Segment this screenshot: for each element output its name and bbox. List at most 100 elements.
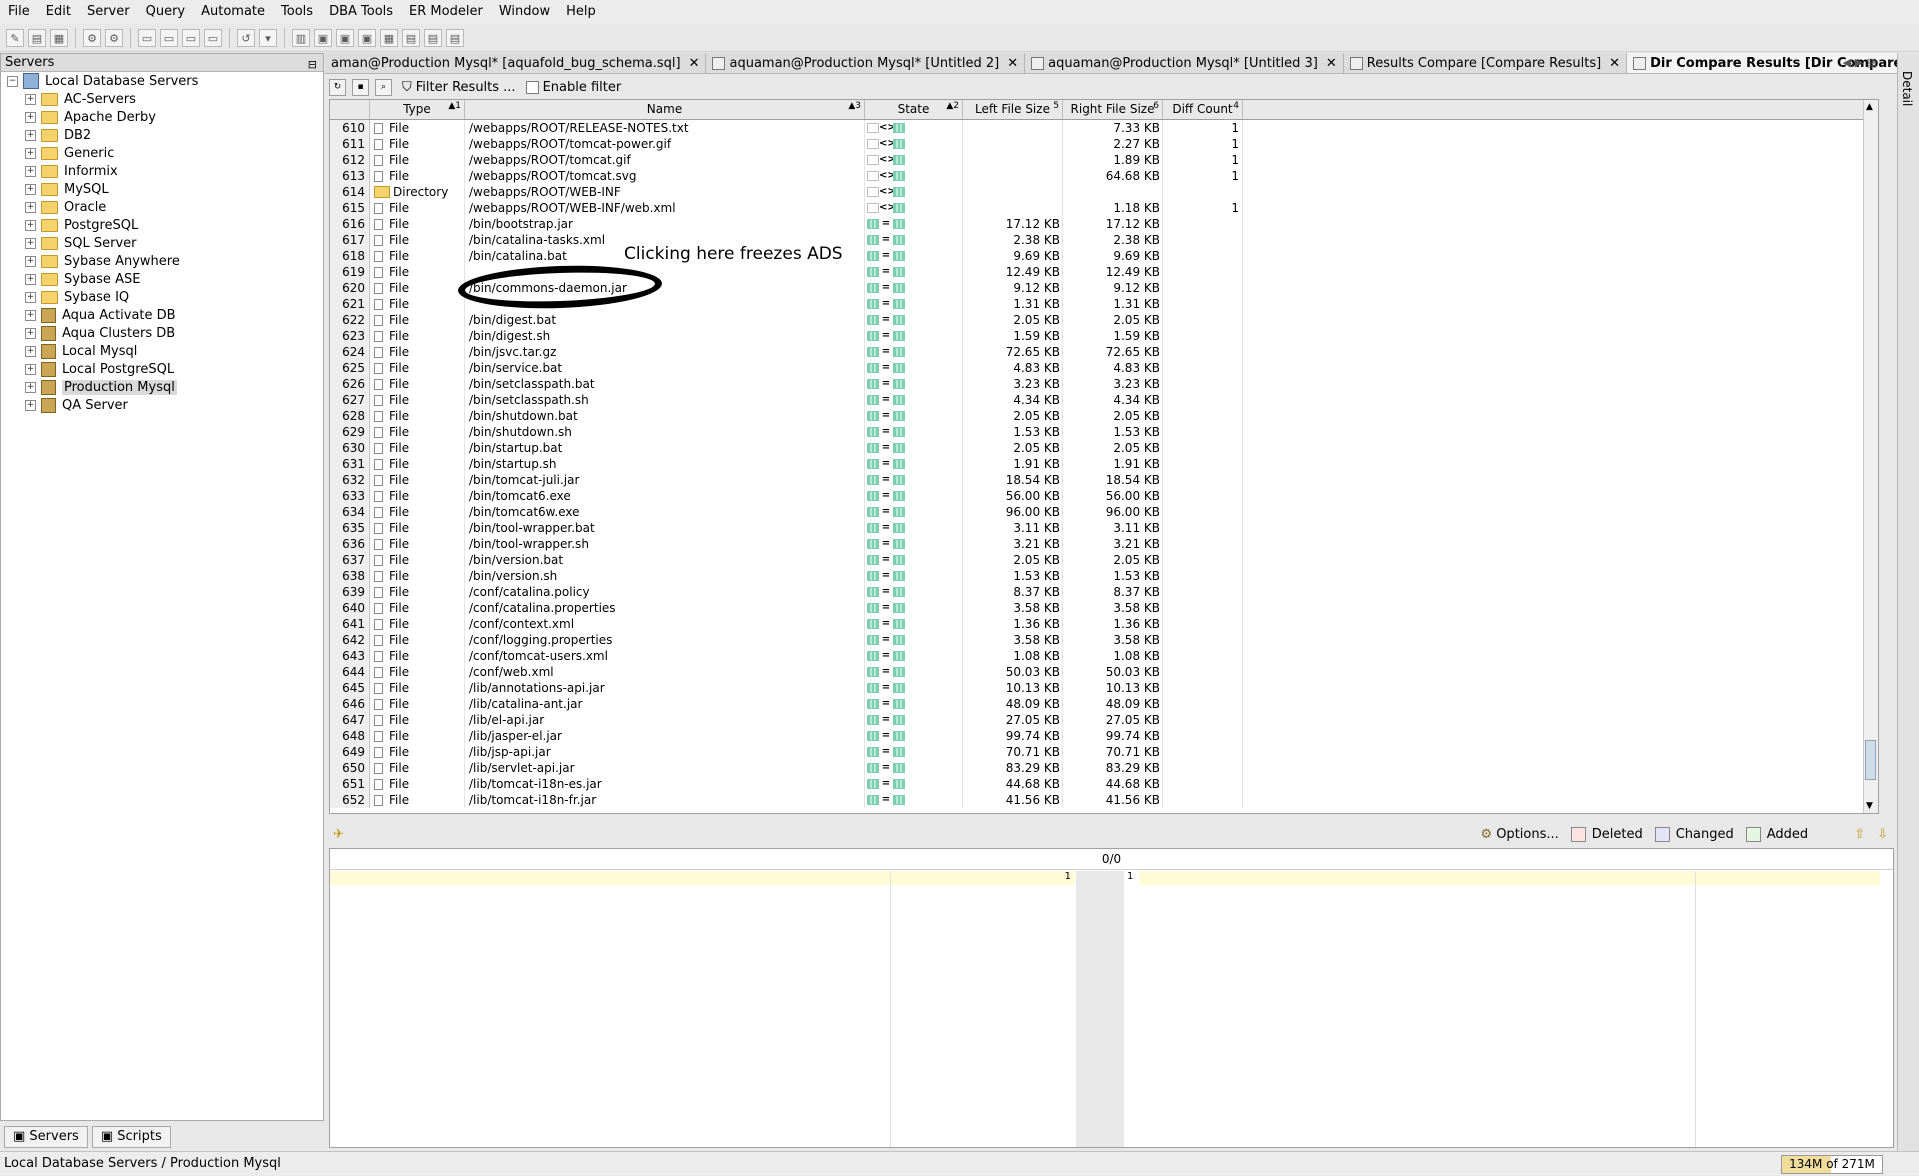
menu-file[interactable]: File <box>0 0 38 24</box>
expand-icon[interactable]: + <box>25 165 36 177</box>
table-row[interactable]: 641 File/conf/context.xml = 1.36 KB 1.36 KB <box>330 616 1878 632</box>
table-row[interactable]: 629 File/bin/shutdown.sh = 1.53 KB 1.53 KB <box>330 424 1878 440</box>
filter-results-button[interactable]: Filter Results ... <box>416 80 516 95</box>
tab-servers[interactable]: ▣ Servers <box>4 1126 88 1148</box>
expand-icon[interactable]: + <box>25 255 36 267</box>
close-tab-icon[interactable]: ✕ <box>1326 56 1337 71</box>
table-row[interactable]: 612 File/webapps/ROOT/tomcat.gif <> 1.89 KB… <box>330 152 1878 168</box>
left-diff-pane[interactable]: 1 <box>330 871 1075 1147</box>
menu-window[interactable]: Window <box>491 0 558 24</box>
table-row[interactable]: 644 File/conf/web.xml = 50.03 KB 50.03 KB <box>330 664 1878 680</box>
column-header-type[interactable]: Type ▲1 <box>370 100 465 119</box>
tree-item-local-mysql[interactable]: + Local Mysql <box>1 342 323 360</box>
next-diff-icon[interactable]: ⇩ <box>1877 827 1888 842</box>
table-row[interactable]: 610 File/webapps/ROOT/RELEASE-NOTES.txt <>… <box>330 120 1878 136</box>
table-row[interactable]: 614 Directory/webapps/ROOT/WEB-INF <> <box>330 184 1878 200</box>
expand-icon[interactable]: + <box>25 183 36 195</box>
menu-edit[interactable]: Edit <box>38 0 79 24</box>
table-row[interactable]: 649 File/lib/jsp-api.jar = 70.71 KB 70.71 KB <box>330 744 1878 760</box>
table-row[interactable]: 626 File/bin/setclasspath.bat = 3.23 KB 3.23… <box>330 376 1878 392</box>
table-row[interactable]: 647 File/lib/el-api.jar = 27.05 KB 27.05 KB <box>330 712 1878 728</box>
table-row[interactable]: 625 File/bin/service.bat = 4.83 KB 4.83 KB <box>330 360 1878 376</box>
expand-icon[interactable]: + <box>25 345 36 357</box>
tree-item-db2[interactable]: + DB2 <box>1 126 323 144</box>
layout-7-icon[interactable]: ▤ <box>446 28 464 47</box>
scroll-up-icon[interactable]: ▲ <box>1866 102 1873 112</box>
close-tab-icon[interactable]: ✕ <box>1007 56 1018 71</box>
tree-item-postgresql[interactable]: + PostgreSQL <box>1 216 323 234</box>
table-row[interactable]: 624 File/bin/jsvc.tar.gz = 72.65 KB 72.65 KB <box>330 344 1878 360</box>
detail-side-strip[interactable]: Detail <box>1897 53 1919 1163</box>
column-header-left-file-size[interactable]: Left File Size 5 <box>963 100 1063 119</box>
column-header-row-number[interactable] <box>330 100 370 119</box>
tab-navigation-icon[interactable]: ◀ ▶ ▤ <box>1843 53 1877 73</box>
column-header-diff-count[interactable]: Diff Count 4 <box>1163 100 1243 119</box>
open-file-icon[interactable]: ▤ <box>28 28 46 47</box>
tree-item-ac-servers[interactable]: + AC-Servers <box>1 90 323 108</box>
layout-4-icon[interactable]: ▦ <box>380 28 398 47</box>
layout-2-icon[interactable]: ▣ <box>336 28 354 47</box>
tree-item-production-mysql[interactable]: + Production Mysql <box>1 378 323 396</box>
table-row[interactable]: 648 File/lib/jasper-el.jar = 99.74 KB 99.74 … <box>330 728 1878 744</box>
table-row[interactable]: 651 File/lib/tomcat-i18n-es.jar = 44.68 KB 4… <box>330 776 1878 792</box>
expand-icon[interactable]: + <box>25 363 36 375</box>
tree-item-sql-server[interactable]: + SQL Server <box>1 234 323 252</box>
dropdown-arrow-icon[interactable]: ▾ <box>259 28 277 47</box>
pin-icon[interactable]: ✈ <box>333 827 344 842</box>
table-row[interactable]: 636 File/bin/tool-wrapper.sh = 3.21 KB 3.21 … <box>330 536 1878 552</box>
table-row[interactable]: 642 File/conf/logging.properties = 3.58 KB 3… <box>330 632 1878 648</box>
save-icon[interactable]: ▪ <box>352 78 369 96</box>
menu-server[interactable]: Server <box>79 0 138 24</box>
expand-icon[interactable]: + <box>25 381 36 393</box>
document-tab[interactable]: aman@Production Mysql* [aquafold_bug_sch… <box>325 53 707 73</box>
filter-icon[interactable]: ⛉ <box>402 80 412 95</box>
expand-icon[interactable]: + <box>25 201 36 213</box>
table-row[interactable]: 631 File/bin/startup.sh = 1.91 KB 1.91 KB <box>330 456 1878 472</box>
table-row[interactable]: 645 File/lib/annotations-api.jar = 10.13 KB… <box>330 680 1878 696</box>
tree-item-mysql[interactable]: + MySQL <box>1 180 323 198</box>
options-button[interactable]: Options... <box>1496 827 1559 842</box>
table-row[interactable]: 630 File/bin/startup.bat = 2.05 KB 2.05 KB <box>330 440 1878 456</box>
register-server-icon[interactable]: ⚙ <box>83 28 101 47</box>
close-tab-icon[interactable]: ✕ <box>1609 56 1620 71</box>
tree-root[interactable]: − Local Database Servers <box>1 72 323 90</box>
expand-icon[interactable]: + <box>25 273 36 285</box>
expand-icon[interactable]: + <box>25 93 36 105</box>
table-row[interactable]: 632 File/bin/tomcat-juli.jar = 18.54 KB 18.5… <box>330 472 1878 488</box>
tree-item-sybase-ase[interactable]: + Sybase ASE <box>1 270 323 288</box>
layout-icon[interactable]: ▥ <box>292 28 310 47</box>
refresh-icon[interactable]: ↻ <box>329 78 346 96</box>
script-icon[interactable]: ↺ <box>237 28 255 47</box>
expand-icon[interactable]: + <box>25 111 36 123</box>
expand-icon[interactable]: + <box>25 129 36 141</box>
schema-compare-icon[interactable]: ▭ <box>160 28 178 47</box>
expand-icon[interactable]: + <box>25 327 36 339</box>
dir-compare-icon[interactable]: ▭ <box>204 28 222 47</box>
table-row[interactable]: 638 File/bin/version.sh = 1.53 KB 1.53 KB <box>330 568 1878 584</box>
compare-icon[interactable]: ▭ <box>138 28 156 47</box>
table-row[interactable]: 613 File/webapps/ROOT/tomcat.svg <> 64.68 K… <box>330 168 1878 184</box>
expand-icon[interactable]: + <box>25 291 36 303</box>
scroll-down-icon[interactable]: ▼ <box>1866 801 1873 811</box>
document-tab[interactable]: aquaman@Production Mysql* [Untitled 2] ✕ <box>706 53 1026 73</box>
zoom-icon[interactable]: ⌕ <box>375 78 392 96</box>
tree-item-local-postgresql[interactable]: + Local PostgreSQL <box>1 360 323 378</box>
table-row[interactable]: 637 File/bin/version.bat = 2.05 KB 2.05 KB <box>330 552 1878 568</box>
table-row[interactable]: 646 File/lib/catalina-ant.jar = 48.09 KB 48.… <box>330 696 1878 712</box>
menu-help[interactable]: Help <box>558 0 604 24</box>
document-tab[interactable]: aquaman@Production Mysql* [Untitled 3] ✕ <box>1025 53 1344 73</box>
table-row[interactable]: 617 File/bin/catalina-tasks.xml = 2.38 KB 2.… <box>330 232 1878 248</box>
previous-diff-icon[interactable]: ⇧ <box>1854 827 1865 842</box>
tree-item-generic[interactable]: + Generic <box>1 144 323 162</box>
table-row[interactable]: 635 File/bin/tool-wrapper.bat = 3.11 KB 3.11… <box>330 520 1878 536</box>
expand-icon[interactable]: + <box>25 147 36 159</box>
expand-icon[interactable]: + <box>25 309 36 321</box>
scroll-thumb[interactable] <box>1865 740 1876 780</box>
layout-3-icon[interactable]: ▣ <box>358 28 376 47</box>
table-row[interactable]: 643 File/conf/tomcat-users.xml = 1.08 KB 1.0… <box>330 648 1878 664</box>
close-tab-icon[interactable]: ✕ <box>689 56 700 71</box>
tree-item-qa-server[interactable]: + QA Server <box>1 396 323 414</box>
table-row[interactable]: 615 File/webapps/ROOT/WEB-INF/web.xml <> 1.… <box>330 200 1878 216</box>
table-row[interactable]: 652 File/lib/tomcat-i18n-fr.jar = 41.56 KB 4… <box>330 792 1878 808</box>
tree-item-apache-derby[interactable]: + Apache Derby <box>1 108 323 126</box>
